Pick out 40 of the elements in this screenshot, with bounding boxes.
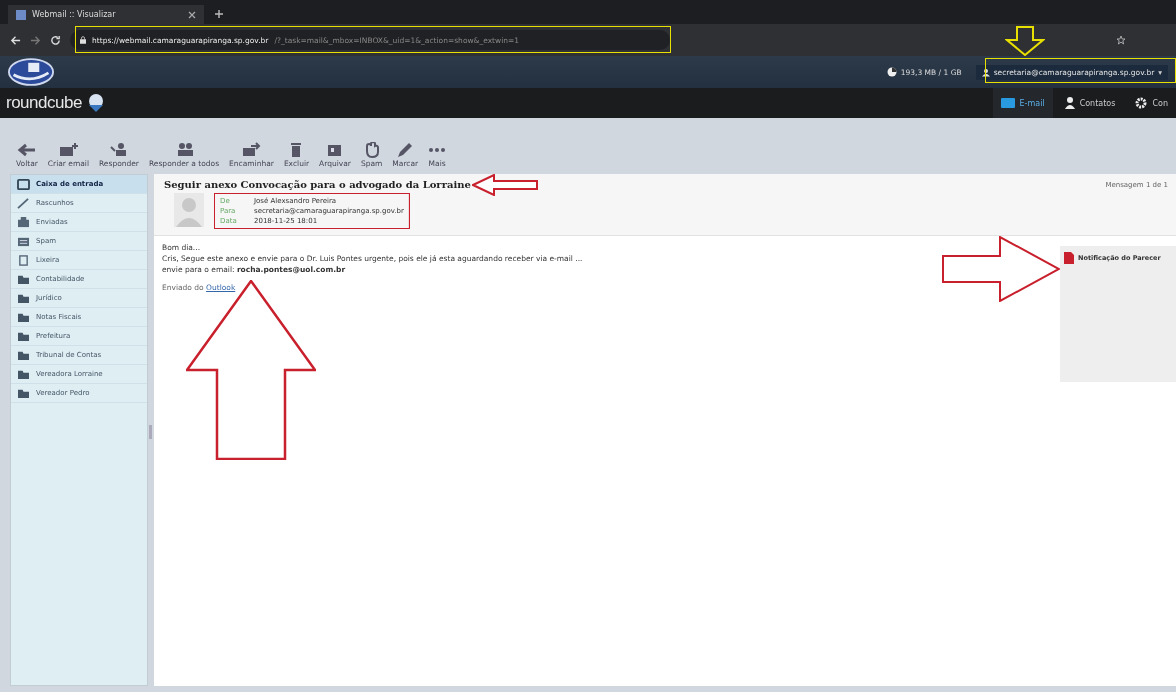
new-tab-icon[interactable] [214,9,224,19]
back-icon[interactable] [10,34,21,46]
reload-icon[interactable] [50,34,61,46]
roundcube-logo: roundcube [6,93,82,113]
folder-icon [17,292,30,304]
close-icon[interactable] [188,10,196,19]
browser-tab[interactable]: Webmail :: Visualizar [8,5,204,24]
forward-icon[interactable] [30,34,41,46]
avatar-icon [174,193,204,227]
sent-icon [17,216,30,228]
folder-icon [17,387,30,399]
pdf-icon [1064,252,1074,264]
nav-tab[interactable]: E-mail [992,88,1053,118]
annotation-arrow [1005,26,1045,56]
folder-icon [17,349,30,361]
folder-icon [17,368,30,380]
star-icon[interactable] [1116,35,1126,45]
message-subject: Seguir anexo Convocação para o advogado da Lorraine [164,179,471,190]
back-arrow-icon [16,142,37,158]
folder-icon [17,311,30,323]
nav-tab[interactable]: Contatos [1056,88,1124,118]
compose-icon [58,142,79,158]
pencil-icon [17,197,30,209]
webmail-icon [16,9,26,20]
lock-icon [80,36,86,44]
forward-icon [241,142,262,158]
person-icon [1064,97,1075,109]
inbox-icon [17,178,30,190]
folder-icon [17,330,30,342]
resize-handle[interactable] [149,425,152,439]
gear-icon [1135,97,1148,109]
reply-icon [109,142,129,158]
more-icon [428,147,447,153]
nav-tab[interactable]: Con [1127,88,1176,118]
trash-icon [17,254,30,266]
user-icon [981,67,990,77]
envelope-icon [1000,98,1015,108]
pie-chart-icon [886,67,897,77]
folder-icon [17,273,30,285]
logo [8,58,54,86]
